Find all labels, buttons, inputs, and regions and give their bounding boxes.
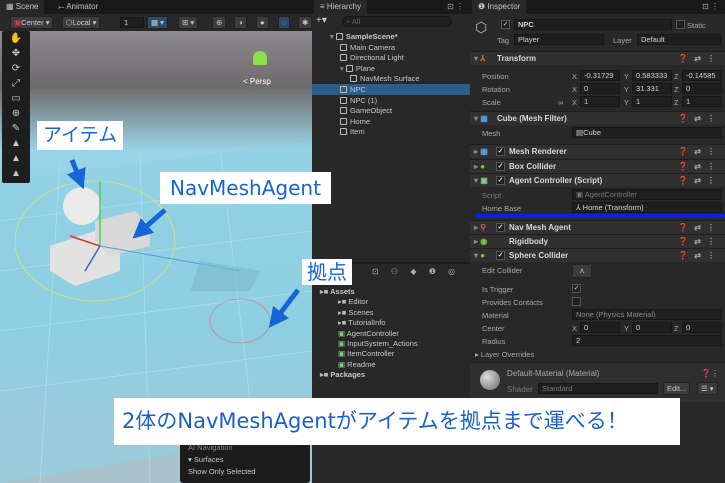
arrow-to-agent bbox=[132, 208, 167, 239]
arrow-to-item bbox=[67, 159, 86, 190]
arrow-to-base bbox=[268, 288, 300, 328]
caption-banner: 2体のNavMeshAgentがアイテムを拠点まで運べる！ bbox=[114, 398, 680, 445]
